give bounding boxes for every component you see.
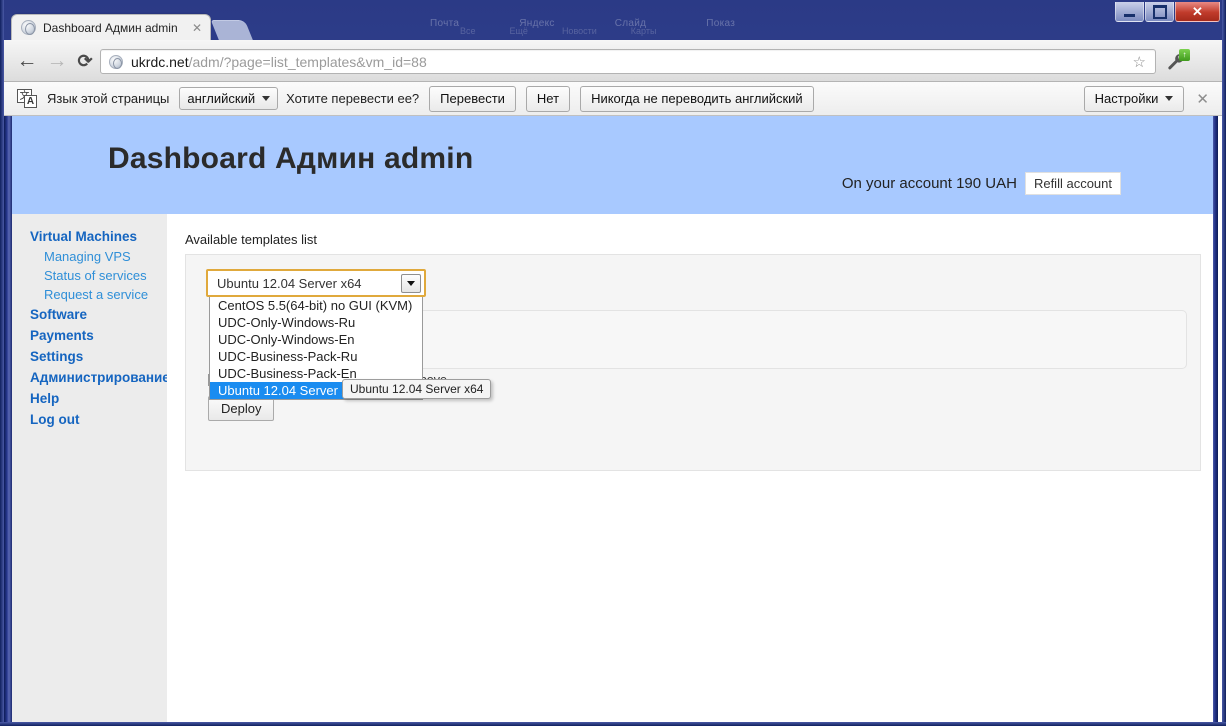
- url-domain: ukrdc.net: [131, 53, 189, 70]
- chevron-down-icon: [407, 281, 415, 286]
- chevron-down-icon: [262, 96, 271, 101]
- translate-right-group: Настройки ✕: [1074, 85, 1222, 112]
- sidebar-item-payments[interactable]: Payments: [12, 325, 167, 346]
- globe-icon: [21, 20, 36, 35]
- translate-close-icon[interactable]: ✕: [1196, 90, 1209, 108]
- chevron-down-icon: [1165, 96, 1174, 101]
- sidebar-item-request-a-service[interactable]: Request a service: [12, 285, 167, 304]
- tab-title: Dashboard Админ admin: [43, 20, 178, 35]
- account-balance-text: On your account 190 UAH: [841, 175, 1017, 192]
- translate-never-button[interactable]: Никогда не переводить английский: [580, 85, 814, 112]
- templates-panel: I agree with terms and conditions above …: [185, 254, 1201, 471]
- template-select[interactable]: Ubuntu 12.04 Server x64: [206, 269, 426, 297]
- translate-label: Язык этой страницы: [47, 91, 170, 106]
- address-bar[interactable]: ukrdc.net/adm/?page=list_templates&vm_id…: [100, 49, 1156, 74]
- sidebar-item-software[interactable]: Software: [12, 304, 167, 325]
- browser-tab-active[interactable]: Dashboard Админ admin ✕: [11, 14, 211, 40]
- page-viewport: Dashboard Админ admin On your account 19…: [4, 116, 1222, 722]
- tab-close-icon[interactable]: ✕: [192, 22, 202, 34]
- template-option[interactable]: UDC-Only-Windows-En: [210, 331, 422, 348]
- page-left-decor-strip: [4, 116, 12, 722]
- refill-account-button[interactable]: Refill account: [1024, 172, 1121, 195]
- globe-icon: [109, 54, 123, 69]
- template-select-value: Ubuntu 12.04 Server x64: [217, 275, 362, 291]
- sidebar-item-managing-vps[interactable]: Managing VPS: [12, 247, 167, 266]
- translate-icon: 文 A: [17, 88, 39, 109]
- reload-icon[interactable]: ⟳: [74, 50, 96, 72]
- sidebar-item-status-of-services[interactable]: Status of services: [12, 266, 167, 285]
- page-header: Dashboard Админ admin On your account 19…: [12, 116, 1213, 214]
- sidebar-item-log-out[interactable]: Log out: [12, 409, 167, 430]
- template-tooltip: Ubuntu 12.04 Server x64: [342, 379, 492, 399]
- update-badge-icon: ↑: [1179, 49, 1190, 61]
- translate-language-select[interactable]: английский: [179, 87, 279, 110]
- translate-settings-label: Настройки: [1094, 91, 1159, 106]
- sidebar-item-virtual-machines[interactable]: Virtual Machines: [12, 226, 167, 247]
- sidebar: Virtual Machines Managing VPS Status of …: [12, 214, 170, 722]
- browser-toolbar: ← → ⟳ ukrdc.net/adm/?page=list_templates…: [4, 40, 1222, 82]
- back-icon[interactable]: ←: [16, 49, 38, 72]
- window-right-edge: [1222, 0, 1226, 726]
- translate-language-value: английский: [187, 91, 256, 106]
- translate-button[interactable]: Перевести: [429, 85, 516, 112]
- sidebar-item-help[interactable]: Help: [12, 388, 167, 409]
- translate-infobar: 文 A Язык этой страницы английский Хотите…: [4, 82, 1222, 116]
- new-tab-button[interactable]: [210, 20, 254, 41]
- translate-settings-button[interactable]: Настройки: [1083, 85, 1185, 112]
- address-bar-url: ukrdc.net/adm/?page=list_templates&vm_id…: [131, 54, 427, 70]
- url-path: /adm/?page=list_templates&vm_id=88: [188, 53, 427, 70]
- forward-icon[interactable]: →: [46, 49, 68, 72]
- translate-question: Хотите перевести ее?: [286, 91, 420, 106]
- template-select-wrapper: Ubuntu 12.04 Server x64 CentOS 5.5(64-bi…: [206, 269, 426, 400]
- page-title: Dashboard Админ admin: [108, 142, 474, 175]
- os-window: Почта Яндекс Слайд Показ Все Ещё Новости…: [0, 0, 1226, 726]
- template-option[interactable]: UDC-Only-Windows-Ru: [210, 314, 422, 331]
- account-area: On your account 190 UAH Refill account: [842, 172, 1121, 195]
- bookmark-star-icon[interactable]: ☆: [1133, 53, 1146, 71]
- template-option[interactable]: UDC-Business-Pack-Ru: [210, 348, 422, 365]
- template-select-arrow-button[interactable]: [401, 274, 421, 293]
- browser-tabstrip: Dashboard Админ admin ✕: [4, 14, 1222, 41]
- window-bottom-edge: [0, 722, 1226, 726]
- section-label: Available templates list: [185, 232, 317, 247]
- sidebar-item-administration[interactable]: Администрирование: [12, 367, 170, 388]
- template-option[interactable]: CentOS 5.5(64-bit) no GUI (KVM): [210, 297, 422, 314]
- sidebar-item-settings[interactable]: Settings: [12, 346, 167, 367]
- translate-icon-latin: A: [24, 94, 37, 108]
- main-content: Available templates list I agree with te…: [167, 214, 1213, 722]
- translate-no-button[interactable]: Нет: [525, 85, 571, 112]
